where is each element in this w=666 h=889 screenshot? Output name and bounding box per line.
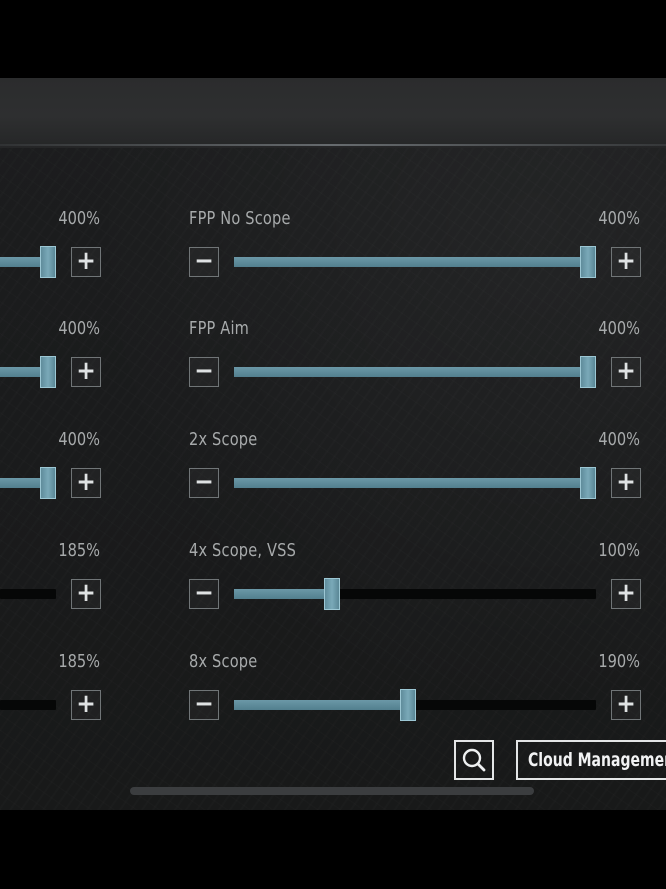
slider-thumb[interactable]: [324, 578, 340, 610]
slider-fill: [0, 367, 44, 377]
left-row-slider[interactable]: [0, 589, 56, 599]
slider-fill: [0, 257, 44, 267]
setting-label: FPP Aim: [189, 318, 250, 339]
2x-scope-slider[interactable]: [234, 467, 596, 499]
decrease-button[interactable]: −: [189, 357, 219, 387]
setting-label: 2x Scope: [189, 429, 258, 450]
slider-thumb[interactable]: [580, 356, 596, 388]
decrease-button[interactable]: −: [189, 468, 219, 498]
decrease-button[interactable]: −: [189, 690, 219, 720]
slider-fill: [234, 589, 332, 599]
slider-thumb[interactable]: [40, 467, 56, 499]
8x-scope-slider[interactable]: [234, 689, 596, 721]
left-row-value: 400%: [58, 429, 100, 450]
slider-thumb[interactable]: [40, 356, 56, 388]
slider-fill: [234, 700, 408, 710]
4x-scope-vss-slider[interactable]: [234, 578, 596, 610]
setting-value: 400%: [598, 429, 640, 450]
slider-fill: [0, 478, 44, 488]
slider-thumb[interactable]: [40, 246, 56, 278]
increase-button[interactable]: +: [71, 247, 101, 277]
search-icon: [462, 748, 486, 772]
left-row-slider[interactable]: [0, 700, 56, 710]
search-button[interactable]: [454, 740, 494, 780]
slider-thumb[interactable]: [400, 689, 416, 721]
increase-button[interactable]: +: [611, 579, 641, 609]
increase-button[interactable]: +: [611, 468, 641, 498]
fpp-no-scope-slider[interactable]: [234, 246, 596, 278]
left-row-slider[interactable]: [0, 246, 56, 278]
cloud-management-button[interactable]: Cloud Management: [516, 740, 666, 780]
increase-button[interactable]: +: [71, 468, 101, 498]
decrease-button[interactable]: −: [189, 579, 219, 609]
increase-button[interactable]: +: [71, 357, 101, 387]
left-row-value: 400%: [58, 208, 100, 229]
increase-button[interactable]: +: [611, 357, 641, 387]
cloud-management-label: Cloud Management: [528, 749, 666, 771]
fpp-aim-slider[interactable]: [234, 356, 596, 388]
setting-label: 8x Scope: [189, 651, 258, 672]
decrease-button[interactable]: −: [189, 247, 219, 277]
setting-value: 190%: [598, 651, 640, 672]
setting-value: 100%: [598, 540, 640, 561]
slider-fill: [234, 478, 588, 488]
left-row-value: 185%: [58, 651, 100, 672]
increase-button[interactable]: +: [71, 579, 101, 609]
setting-label: FPP No Scope: [189, 208, 291, 229]
increase-button[interactable]: +: [71, 690, 101, 720]
slider-fill: [234, 367, 588, 377]
increase-button[interactable]: +: [611, 247, 641, 277]
sensitivity-panel: 400% + 400% + 400% + 185% + 185% + FPP N…: [0, 78, 666, 810]
panel-header: [0, 78, 666, 148]
increase-button[interactable]: +: [611, 690, 641, 720]
slider-thumb[interactable]: [580, 246, 596, 278]
left-row-slider[interactable]: [0, 356, 56, 388]
setting-value: 400%: [598, 208, 640, 229]
slider-thumb[interactable]: [580, 467, 596, 499]
slider-fill: [234, 257, 588, 267]
horizontal-scrollbar[interactable]: [130, 787, 534, 795]
setting-value: 400%: [598, 318, 640, 339]
left-row-value: 185%: [58, 540, 100, 561]
left-row-value: 400%: [58, 318, 100, 339]
left-row-slider[interactable]: [0, 467, 56, 499]
setting-label: 4x Scope, VSS: [189, 540, 297, 561]
header-divider: [0, 144, 666, 146]
